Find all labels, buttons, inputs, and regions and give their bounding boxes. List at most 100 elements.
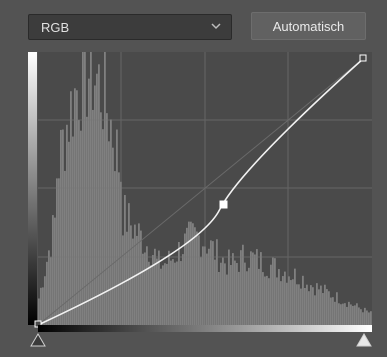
histogram-bar [370,311,372,325]
histogram-bar [356,303,358,325]
histogram-bar [222,257,224,325]
histogram-bar [268,278,270,325]
histogram-bar [330,297,332,325]
histogram-bar [208,248,210,325]
histogram-bar [76,90,78,326]
histogram-bar [244,262,246,325]
histogram-bar [136,235,138,325]
channel-select-value: RGB [41,19,70,35]
channel-select[interactable]: RGB [28,14,232,40]
histogram-bar [240,250,242,325]
histogram-bar [150,265,152,325]
histogram-bar [272,257,274,325]
histogram-bar [98,64,100,325]
histogram-bar [228,249,230,325]
histogram-bar [306,284,308,325]
histogram-bar [334,301,336,325]
histogram-bar [292,279,294,325]
histogram-bar [42,287,44,325]
histogram-bar [80,130,82,325]
histogram-bar [278,269,280,325]
histogram-bar [340,304,342,325]
histogram-bar [318,289,320,325]
black-point-slider-icon[interactable] [30,333,46,347]
histogram-bar [290,280,292,325]
input-slider-row [28,332,374,352]
histogram-bar [324,284,326,325]
histogram-bar [262,272,264,325]
histogram-bar [154,248,156,325]
histogram-bar [322,293,324,325]
histogram-bar [328,291,330,325]
curves-panel: RGB Automatisch [0,0,387,352]
histogram-bar [202,246,204,325]
histogram-bar [174,262,176,325]
histogram-bar [118,172,120,325]
histogram-bar [88,78,90,325]
histogram-bar [248,267,250,325]
histogram-bar [256,249,258,325]
histogram-bar [130,225,132,325]
histogram-bar [52,215,54,325]
histogram-bar [250,251,252,325]
histogram-bar [252,252,254,325]
histogram-bar [348,301,350,325]
histogram-bar [274,258,276,325]
histogram-bar [170,260,172,325]
histogram-bar [168,250,170,325]
histogram-bar [254,254,256,325]
histogram-bar [116,129,118,325]
histogram-bar [308,291,310,325]
histogram-bar [54,217,56,325]
histogram-bar [280,281,282,325]
histogram-bar [106,113,108,325]
histogram-bar [260,252,262,325]
histogram-bar [44,276,46,325]
histogram-bar [148,261,150,325]
histogram-bar [188,221,190,325]
auto-button[interactable]: Automatisch [251,12,366,40]
white-point-slider-icon[interactable] [356,333,372,347]
histogram-bar [216,239,218,325]
histogram-bar [264,276,266,325]
histogram-bar [66,124,68,325]
chevron-down-icon [211,23,221,30]
histogram-bar [300,288,302,325]
histogram-bar [102,129,104,325]
histogram-bar [48,250,50,325]
input-gradient-bar [38,325,372,332]
histogram-bar [362,312,364,325]
histogram-bar [320,285,322,325]
histogram-bar [122,235,124,325]
curve-point-mid[interactable] [219,200,228,209]
histogram-bar [344,303,346,325]
histogram-bar [214,259,216,325]
histogram-bar [210,240,212,325]
histogram-bar [296,284,298,325]
histogram-bar [172,259,174,325]
histogram-bar [354,305,356,325]
histogram-bar [124,195,126,325]
histogram-bar [58,178,60,325]
histogram-bar [184,233,186,325]
histogram-bar [164,263,166,325]
curve-graph[interactable] [28,52,374,332]
histogram-bar [200,257,202,325]
histogram-bar [110,119,112,325]
histogram-bar [326,289,328,325]
histogram-bar [166,263,168,325]
histogram-bar [366,310,368,325]
histogram-bar [180,261,182,325]
histogram-bar [284,271,286,325]
histogram-bar [140,230,142,325]
histogram-bar [178,241,180,325]
histogram-bar [68,141,70,325]
histogram-bar [270,264,272,325]
histogram-bar [276,277,278,325]
histogram-bar [316,283,318,325]
curve-point-white[interactable] [359,54,367,62]
histogram-bar [40,287,42,325]
histogram-bar [46,261,48,325]
histogram-bar [220,262,222,325]
output-gradient-bar [28,52,37,325]
